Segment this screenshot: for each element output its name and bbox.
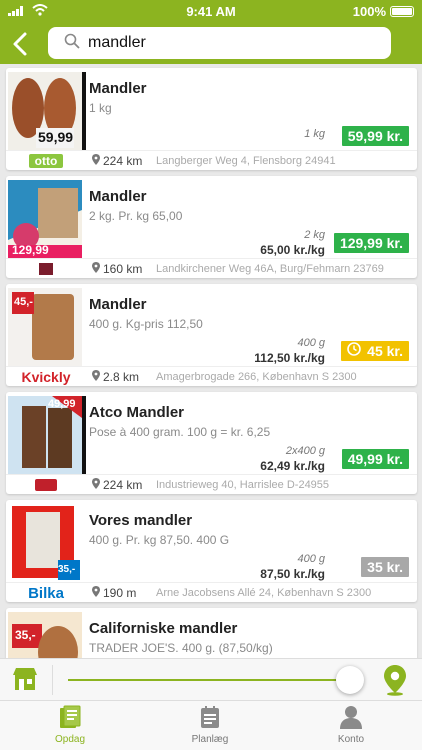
distance: 190 m <box>92 586 136 600</box>
back-button[interactable] <box>8 30 32 58</box>
product-image: 45,- <box>8 288 82 366</box>
price-badge: 49,99 kr. <box>341 449 409 469</box>
product-card[interactable]: 49,99 Atco Mandler Pose à 400 gram. 100 … <box>6 392 417 494</box>
product-card[interactable]: 35,- Vores mandler 400 g. Pr. kg 87,50. … <box>6 500 417 602</box>
status-bar: 9:41 AM 100% <box>0 0 422 22</box>
planner-icon <box>199 706 221 732</box>
product-subtitle: Pose à 400 gram. 100 g = kr. 6,25 <box>89 425 271 439</box>
location-pin-icon <box>92 370 100 384</box>
product-title: Vores mandler <box>89 512 193 529</box>
unit-price: 112,50 kr./kg <box>254 351 325 365</box>
unit: 400 g <box>297 337 325 349</box>
distance: 2.8 km <box>92 370 139 384</box>
location-pin-icon <box>92 154 100 168</box>
unit-price: 65,00 kr./kg <box>260 243 325 257</box>
image-price: 129,99 <box>12 243 49 257</box>
tab-discover[interactable]: Opdag <box>30 705 110 745</box>
account-icon <box>340 706 362 732</box>
image-price: 49,99 <box>48 398 76 410</box>
price-badge: 35 kr. <box>361 557 409 577</box>
store-icon[interactable] <box>12 667 38 696</box>
search-input[interactable]: mandler <box>48 27 391 59</box>
separator <box>52 665 53 695</box>
store-logo: otto <box>10 153 82 169</box>
product-title: Atco Mandler <box>89 404 185 421</box>
distance: 224 km <box>92 154 142 168</box>
store-footer: otto 224 km Langberger Weg 4, Flensborg … <box>6 150 417 170</box>
search-query: mandler <box>88 34 146 51</box>
image-price: 35,- <box>58 564 76 575</box>
store-footer: Bilka 190 m Arne Jacobsens Allé 24, Købe… <box>6 582 417 602</box>
price-badge: 45 kr. <box>341 341 409 361</box>
product-subtitle: 400 g. Pr. kg 87,50. 400 G <box>89 533 230 547</box>
product-image: 35,- <box>8 612 82 658</box>
store-address: Amagerbrogade 266, København S 2300 <box>156 371 357 383</box>
product-image: 129,99 <box>8 180 82 258</box>
location-pin-icon <box>92 262 100 276</box>
slider-track[interactable] <box>68 679 350 681</box>
unit: 2 kg <box>304 229 325 241</box>
store-address: Langberger Weg 4, Flensborg 24941 <box>156 155 336 167</box>
product-image: 49,99 <box>8 396 82 474</box>
slider-handle[interactable] <box>336 666 364 694</box>
battery-icon <box>390 6 414 17</box>
search-icon <box>64 33 80 54</box>
product-title: Mandler <box>89 80 147 97</box>
store-logo: Bilka <box>28 584 64 602</box>
store-address: Arne Jacobsens Allé 24, København S 2300 <box>156 587 372 599</box>
store-footer: Kvickly 2.8 km Amagerbrogade 266, Københ… <box>6 366 417 386</box>
unit: 400 g <box>297 553 325 565</box>
image-price: 59,99 <box>38 129 74 145</box>
price-badge: 59,99 kr. <box>341 126 409 146</box>
product-title: Californiske mandler <box>89 620 238 637</box>
product-subtitle: 2 kg. Pr. kg 65,00 <box>89 209 183 223</box>
unit: 2x400 g <box>285 445 325 457</box>
store-logo <box>10 477 82 493</box>
image-price: 35,- <box>15 628 36 642</box>
map-pin-icon[interactable] <box>382 664 408 701</box>
price-badge: 129,99 kr. <box>333 233 409 253</box>
product-subtitle: 1 kg <box>89 101 112 115</box>
discover-icon <box>59 705 81 732</box>
distance: 160 km <box>92 262 142 276</box>
product-subtitle: TRADER JOE'S. 400 g. (87,50/kg) <box>89 641 273 655</box>
clock-icon <box>347 341 361 361</box>
header: 9:41 AM 100% mandler <box>0 0 422 64</box>
tab-account[interactable]: Konto <box>311 705 391 745</box>
product-title: Mandler <box>89 296 147 313</box>
store-address: Industrieweg 40, Harrislee D-24955 <box>156 479 330 491</box>
product-card[interactable]: 35,- Californiske mandler TRADER JOE'S. … <box>6 608 417 658</box>
unit-price: 62,49 kr./kg <box>260 459 325 473</box>
location-pin-icon <box>92 586 100 600</box>
store-logo: Kvickly <box>21 369 71 385</box>
store-footer: 224 km Industrieweg 40, Harrislee D-2495… <box>6 474 417 494</box>
product-image: 35,- <box>8 504 82 582</box>
product-card[interactable]: 59,99 Mandler 1 kg 1 kg 59,99 kr. otto 2… <box>6 68 417 170</box>
product-image: 59,99 <box>8 72 82 150</box>
product-list[interactable]: 59,99 Mandler 1 kg 1 kg 59,99 kr. otto 2… <box>0 64 422 658</box>
unit: 1 kg <box>304 128 325 140</box>
store-address: Landkirchener Weg 46A, Burg/Fehmarn 2376… <box>156 263 384 275</box>
divider <box>82 72 86 150</box>
location-pin-icon <box>92 478 100 492</box>
tab-bar: Opdag Planlæg Konto <box>0 700 422 750</box>
store-footer: 160 km Landkirchener Weg 46A, Burg/Fehma… <box>6 258 417 278</box>
product-subtitle: 400 g. Kg-pris 112,50 <box>89 317 203 331</box>
tab-plan[interactable]: Planlæg <box>170 705 250 745</box>
product-title: Mandler <box>89 188 147 205</box>
product-card[interactable]: 129,99 Mandler 2 kg. Pr. kg 65,00 2 kg 6… <box>6 176 417 278</box>
distance: 224 km <box>92 478 142 492</box>
product-card[interactable]: 45,- Mandler 400 g. Kg-pris 112,50 400 g… <box>6 284 417 386</box>
unit-price: 87,50 kr./kg <box>260 567 325 581</box>
distance-slider[interactable] <box>0 658 422 700</box>
divider <box>82 396 86 474</box>
store-logo <box>10 261 82 277</box>
image-price: 45,- <box>14 296 33 308</box>
battery-level: 100% <box>352 4 386 19</box>
